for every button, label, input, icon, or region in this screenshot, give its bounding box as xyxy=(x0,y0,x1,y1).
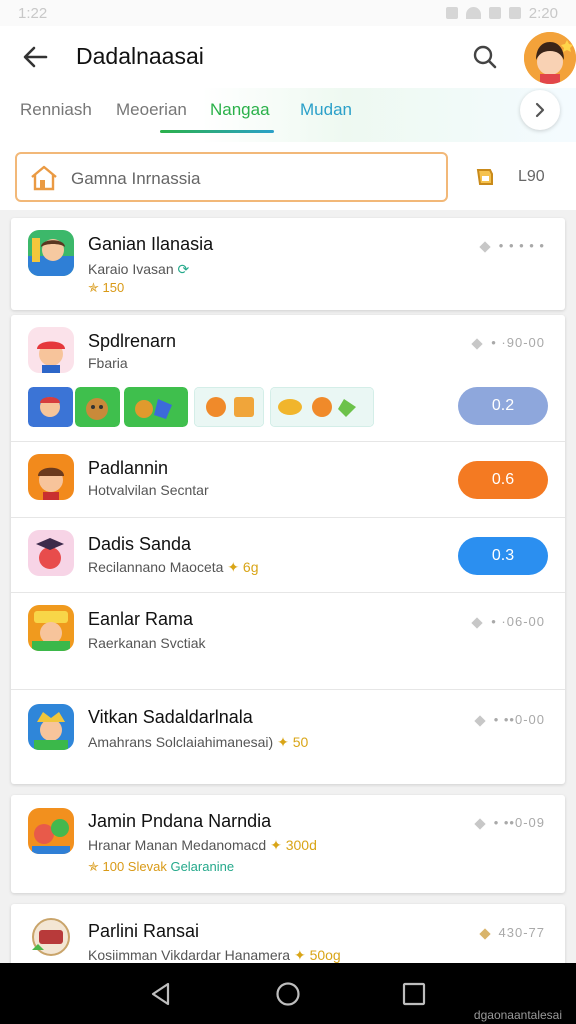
notification-icon xyxy=(445,7,458,19)
thumbnail[interactable] xyxy=(75,387,120,427)
row-meta: • • • • • xyxy=(479,238,545,253)
app-subtitle: Hranar Manan Medanomacd ✦ 300d xyxy=(88,837,317,853)
app-card: Jamin Pndana Narndia Hranar Manan Medano… xyxy=(11,795,565,893)
diamond-icon xyxy=(478,927,491,940)
filter-icon[interactable] xyxy=(474,166,496,188)
diamond-icon xyxy=(479,240,491,253)
app-name: Parlini Ransai xyxy=(88,921,200,941)
app-rating: ✯ 100 Slevak Gelaranine xyxy=(88,859,235,874)
app-icon xyxy=(28,454,74,500)
status-icons: 2:20 xyxy=(445,4,558,22)
status-right-time: 2:20 xyxy=(528,4,558,22)
tab-mudan[interactable]: Mudan xyxy=(300,100,352,120)
app-subtitle: Recilannano Maoceta ✦ 6g xyxy=(88,559,259,575)
search-icon[interactable] xyxy=(470,42,500,72)
nav-recents-icon[interactable] xyxy=(399,979,429,1009)
page-title: Dadalnaasai xyxy=(76,43,204,69)
filter-label[interactable]: L90 xyxy=(518,168,545,186)
tab-nangaa[interactable]: Nangaa xyxy=(210,100,270,120)
watermark-text: dgaonaantalesai xyxy=(473,1008,562,1022)
list-item[interactable]: Vitkan Sadaldarlnala Amahrans Solclaiahi… xyxy=(11,690,565,784)
tabs-more-button[interactable] xyxy=(520,90,560,130)
diamond-icon xyxy=(474,714,486,727)
app-name: Jamin Pndana Narndia xyxy=(88,811,272,831)
wifi-icon xyxy=(465,7,481,19)
app-bar: Dadalnaasai xyxy=(0,26,576,88)
app-card: Spdlrenarn Fbaria • ·90-00 0.2 Padlannin… xyxy=(11,315,565,784)
list-item[interactable]: Spdlrenarn Fbaria • ·90-00 0.2 xyxy=(11,315,565,442)
app-icon xyxy=(28,327,74,373)
app-icon xyxy=(28,605,74,651)
thumbnail[interactable] xyxy=(28,387,73,427)
search-row: Gamna Inrnassia L90 xyxy=(0,142,576,210)
diamond-icon xyxy=(471,616,483,629)
avatar[interactable] xyxy=(524,32,576,84)
install-button[interactable]: 0.2 xyxy=(458,387,548,425)
list-item[interactable]: Dadis Sanda Recilannano Maoceta ✦ 6g 0.3 xyxy=(11,518,565,593)
app-name: Eanlar Rama xyxy=(88,609,194,629)
list-item[interactable]: Jamin Pndana Narndia Hranar Manan Medano… xyxy=(11,795,565,893)
list-item[interactable]: Padlannin Hotvalvilan Secntar 0.6 xyxy=(11,442,565,518)
back-arrow-icon[interactable] xyxy=(20,42,50,72)
thumbnail[interactable] xyxy=(124,387,188,427)
nav-home-icon[interactable] xyxy=(273,979,303,1009)
chevron-right-icon xyxy=(535,102,545,118)
install-button[interactable]: 0.3 xyxy=(458,537,548,575)
app-subtitle: Kosiimman Vikdardar Hanamera ✦ 50og xyxy=(88,947,341,963)
battery-icon xyxy=(508,7,521,19)
signal-icon xyxy=(488,7,501,19)
diamond-icon xyxy=(474,817,486,830)
app-subtitle: Karaio Ivasan ⟳ xyxy=(88,261,190,277)
app-rating: ✯ 150 xyxy=(88,280,125,295)
app-card: Ganian Ilanasia Karaio Ivasan ⟳ ✯ 150 • … xyxy=(11,218,565,310)
app-name: Ganian Ilanasia xyxy=(88,234,214,254)
app-icon xyxy=(28,530,74,576)
app-name: Dadis Sanda xyxy=(88,534,192,554)
diamond-icon xyxy=(471,337,483,350)
thumbnail[interactable] xyxy=(270,387,374,427)
app-icon xyxy=(28,914,74,960)
row-meta: • ·90-00 xyxy=(471,335,545,350)
list-item[interactable]: Eanlar Rama Raerkanan Svctiak • ·06-00 xyxy=(11,593,565,690)
tab-meoerian[interactable]: Meoerian xyxy=(116,100,187,120)
status-bar: 1:22 2:20 xyxy=(0,0,576,26)
row-meta: • ·06-00 xyxy=(471,614,545,629)
search-input[interactable]: Gamna Inrnassia xyxy=(15,152,448,202)
status-time: 1:22 xyxy=(18,4,48,22)
tab-renniash[interactable]: Renniash xyxy=(20,100,92,120)
nav-back-icon[interactable] xyxy=(146,979,176,1009)
search-text: Gamna Inrnassia xyxy=(71,169,201,188)
row-meta: • ••0-09 xyxy=(474,815,545,830)
app-icon xyxy=(28,704,74,750)
install-button[interactable]: 0.6 xyxy=(458,461,548,499)
app-name: Vitkan Sadaldarlnala xyxy=(88,707,253,727)
row-meta: • ••0-00 xyxy=(474,712,545,727)
app-icon xyxy=(28,808,74,854)
app-subtitle: Amahrans Solclaiahimanesai) ✦ 50 xyxy=(88,734,309,750)
app-name: Padlannin xyxy=(88,458,169,478)
thumbnail[interactable] xyxy=(194,387,264,427)
app-name: Spdlrenarn xyxy=(88,331,177,351)
list-item[interactable]: Ganian Ilanasia Karaio Ivasan ⟳ ✯ 150 • … xyxy=(11,218,565,310)
tab-bar: Renniash Meoerian Nangaa Mudan xyxy=(0,88,576,142)
app-subtitle: Fbaria xyxy=(88,355,128,371)
home-icon xyxy=(31,165,57,191)
app-subtitle: Hotvalvilan Secntar xyxy=(88,482,209,498)
app-subtitle: Raerkanan Svctiak xyxy=(88,635,206,651)
row-meta: 430-77 xyxy=(478,925,545,940)
sync-icon: ⟳ xyxy=(177,261,190,277)
system-nav-bar: dgaonaantalesai xyxy=(0,963,576,1024)
app-icon xyxy=(28,230,74,276)
tab-active-indicator xyxy=(160,130,274,133)
